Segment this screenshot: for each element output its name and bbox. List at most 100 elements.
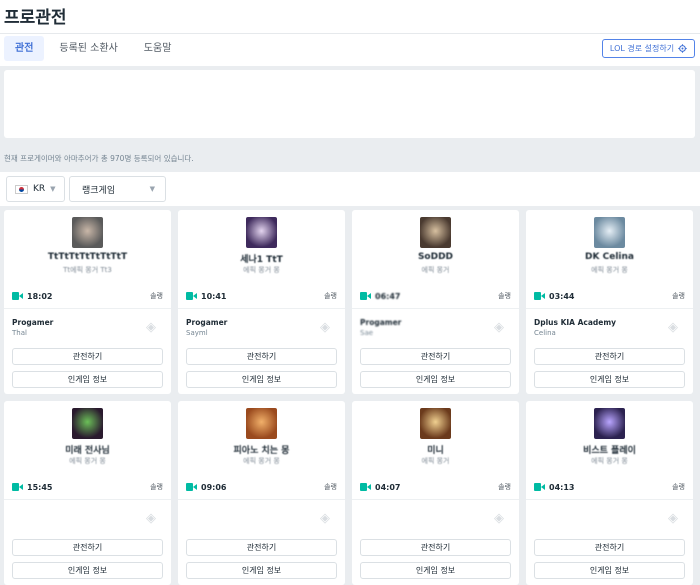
summoner-subtitle: Tt에픽 몽거 Tt3: [63, 266, 112, 274]
player-card: DK Celina 에픽 몽거 몽 03:44 솔랭 Dplus KIA Aca…: [526, 210, 693, 394]
team-name: Progamer: [186, 318, 228, 327]
tab-registered-summoners[interactable]: 등록된 소환사: [48, 36, 128, 61]
filter-bar: KR ▼ 랭크게임 ▼: [0, 172, 700, 206]
ingame-info-button[interactable]: 인게임 정보: [360, 371, 511, 388]
queue-value: 랭크게임: [82, 185, 116, 196]
player-card: TtTtTtTtTtTtTtT Tt에픽 몽거 Tt3 18:02 솔랭 Pro…: [4, 210, 171, 394]
live-status-row: 09:06 솔랭: [186, 481, 337, 493]
live-status-row: 10:41 솔랭: [186, 290, 337, 302]
card-divider: [178, 308, 345, 309]
summoner-name: 세나1 TtT: [240, 255, 283, 265]
spectate-button[interactable]: 관전하기: [534, 348, 685, 365]
queue-type: 솔랭: [498, 292, 511, 300]
summoner-name: 미니: [427, 446, 444, 456]
player-card: 피아노 치는 몽 에픽 몽거 몽 09:06 솔랭 ◈ 관전하기 인게임 정보: [178, 401, 345, 585]
ingame-info-button[interactable]: 인게임 정보: [186, 371, 337, 388]
spectate-button[interactable]: 관전하기: [186, 539, 337, 556]
video-camera-icon: [360, 483, 371, 491]
region-select[interactable]: KR ▼: [6, 176, 65, 202]
ingame-info-button[interactable]: 인게임 정보: [360, 562, 511, 579]
card-divider: [178, 499, 345, 500]
summoner-subtitle: 에픽 몽거 몽: [243, 457, 280, 465]
champion-avatar: [72, 408, 103, 439]
ingame-info-button[interactable]: 인게임 정보: [534, 371, 685, 388]
registered-count-text: 현재 프로게이머와 아마추어가 총 970명 등록되어 있습니다.: [4, 154, 194, 163]
live-status-row: 06:47 솔랭: [360, 290, 511, 302]
game-time: 06:47: [375, 291, 401, 301]
champion-avatar: [420, 217, 451, 248]
queue-type: 솔랭: [324, 292, 337, 300]
spectate-button[interactable]: 관전하기: [12, 348, 163, 365]
chevron-down-icon: ▼: [50, 185, 56, 193]
summoner-subtitle: 에픽 몽거 몽: [591, 266, 628, 274]
ingame-info-button[interactable]: 인게임 정보: [186, 562, 337, 579]
video-camera-icon: [12, 483, 23, 491]
queue-type: 솔랭: [324, 483, 337, 491]
top-bar: 프로관전 관전 등록된 소환사 도움말 LOL 경로 설정하기: [0, 0, 700, 66]
summoner-name: 미래 전사님: [65, 446, 110, 456]
summoner-subtitle: 에픽 몽거: [421, 266, 450, 274]
chevron-down-icon: ▼: [149, 185, 155, 193]
game-time: 10:41: [201, 291, 227, 301]
player-card: SoDDD 에픽 몽거 06:47 솔랭 Progamer Sae ◈ 관전하기…: [352, 210, 519, 394]
spectate-button[interactable]: 관전하기: [534, 539, 685, 556]
game-time: 04:07: [375, 482, 401, 492]
queue-type: 솔랭: [150, 483, 163, 491]
summoner-name: TtTtTtTtTtTtTtT: [47, 252, 128, 262]
team-logo-icon: ◈: [320, 320, 330, 335]
team-logo-icon: ◈: [494, 320, 504, 335]
summoner-subtitle: 에픽 몽거 몽: [591, 457, 628, 465]
tab-spectate[interactable]: 관전: [4, 36, 45, 61]
spectate-button[interactable]: 관전하기: [186, 348, 337, 365]
player-card: 비스트 플레이 에픽 몽거 몽 04:13 솔랭 ◈ 관전하기 인게임 정보: [526, 401, 693, 585]
ingame-info-button[interactable]: 인게임 정보: [12, 562, 163, 579]
video-camera-icon: [360, 292, 371, 300]
live-status-row: 04:07 솔랭: [360, 481, 511, 493]
champion-avatar: [72, 217, 103, 248]
team-logo-icon: ◈: [494, 511, 504, 526]
game-time: 03:44: [549, 291, 575, 301]
champion-avatar: [420, 408, 451, 439]
ad-banner: [4, 70, 695, 138]
settings-button-label: LOL 경로 설정하기: [609, 44, 675, 53]
tab-help[interactable]: 도움말: [133, 36, 183, 61]
ingame-info-button[interactable]: 인게임 정보: [534, 562, 685, 579]
gear-icon: [678, 44, 687, 53]
kr-flag-icon: [15, 184, 28, 194]
video-camera-icon: [534, 483, 545, 491]
live-status-row: 03:44 솔랭: [534, 290, 685, 302]
player-card: 미래 전사님 에픽 몽거 몽 15:45 솔랭 ◈ 관전하기 인게임 정보: [4, 401, 171, 585]
player-name: Celina: [534, 329, 556, 337]
card-divider: [4, 499, 171, 500]
spectate-button[interactable]: 관전하기: [360, 348, 511, 365]
live-status-row: 04:13 솔랭: [534, 481, 685, 493]
card-divider: [4, 308, 171, 309]
ingame-info-button[interactable]: 인게임 정보: [12, 371, 163, 388]
champion-avatar: [246, 408, 277, 439]
game-time: 18:02: [27, 291, 53, 301]
champion-avatar: [594, 217, 625, 248]
player-name: Sayml: [186, 329, 208, 337]
team-name: Progamer: [360, 318, 402, 327]
video-camera-icon: [12, 292, 23, 300]
card-divider: [526, 499, 693, 500]
team-logo-icon: ◈: [320, 511, 330, 526]
lol-path-settings-button[interactable]: LOL 경로 설정하기: [602, 39, 695, 58]
live-status-row: 18:02 솔랭: [12, 290, 163, 302]
queue-type: 솔랭: [498, 483, 511, 491]
team-logo-icon: ◈: [146, 320, 156, 335]
queue-select[interactable]: 랭크게임 ▼: [69, 176, 166, 202]
spectate-button[interactable]: 관전하기: [12, 539, 163, 556]
player-card-grid: TtTtTtTtTtTtTtT Tt에픽 몽거 Tt3 18:02 솔랭 Pro…: [4, 210, 696, 585]
spectate-button[interactable]: 관전하기: [360, 539, 511, 556]
summoner-name: 비스트 플레이: [583, 446, 636, 456]
live-status-row: 15:45 솔랭: [12, 481, 163, 493]
card-divider: [352, 499, 519, 500]
card-divider: [352, 308, 519, 309]
player-name: Sae: [360, 329, 374, 337]
queue-type: 솔랭: [672, 292, 685, 300]
card-divider: [526, 308, 693, 309]
game-time: 15:45: [27, 482, 53, 492]
summoner-subtitle: 에픽 몽거 몽: [243, 266, 280, 274]
video-camera-icon: [534, 292, 545, 300]
